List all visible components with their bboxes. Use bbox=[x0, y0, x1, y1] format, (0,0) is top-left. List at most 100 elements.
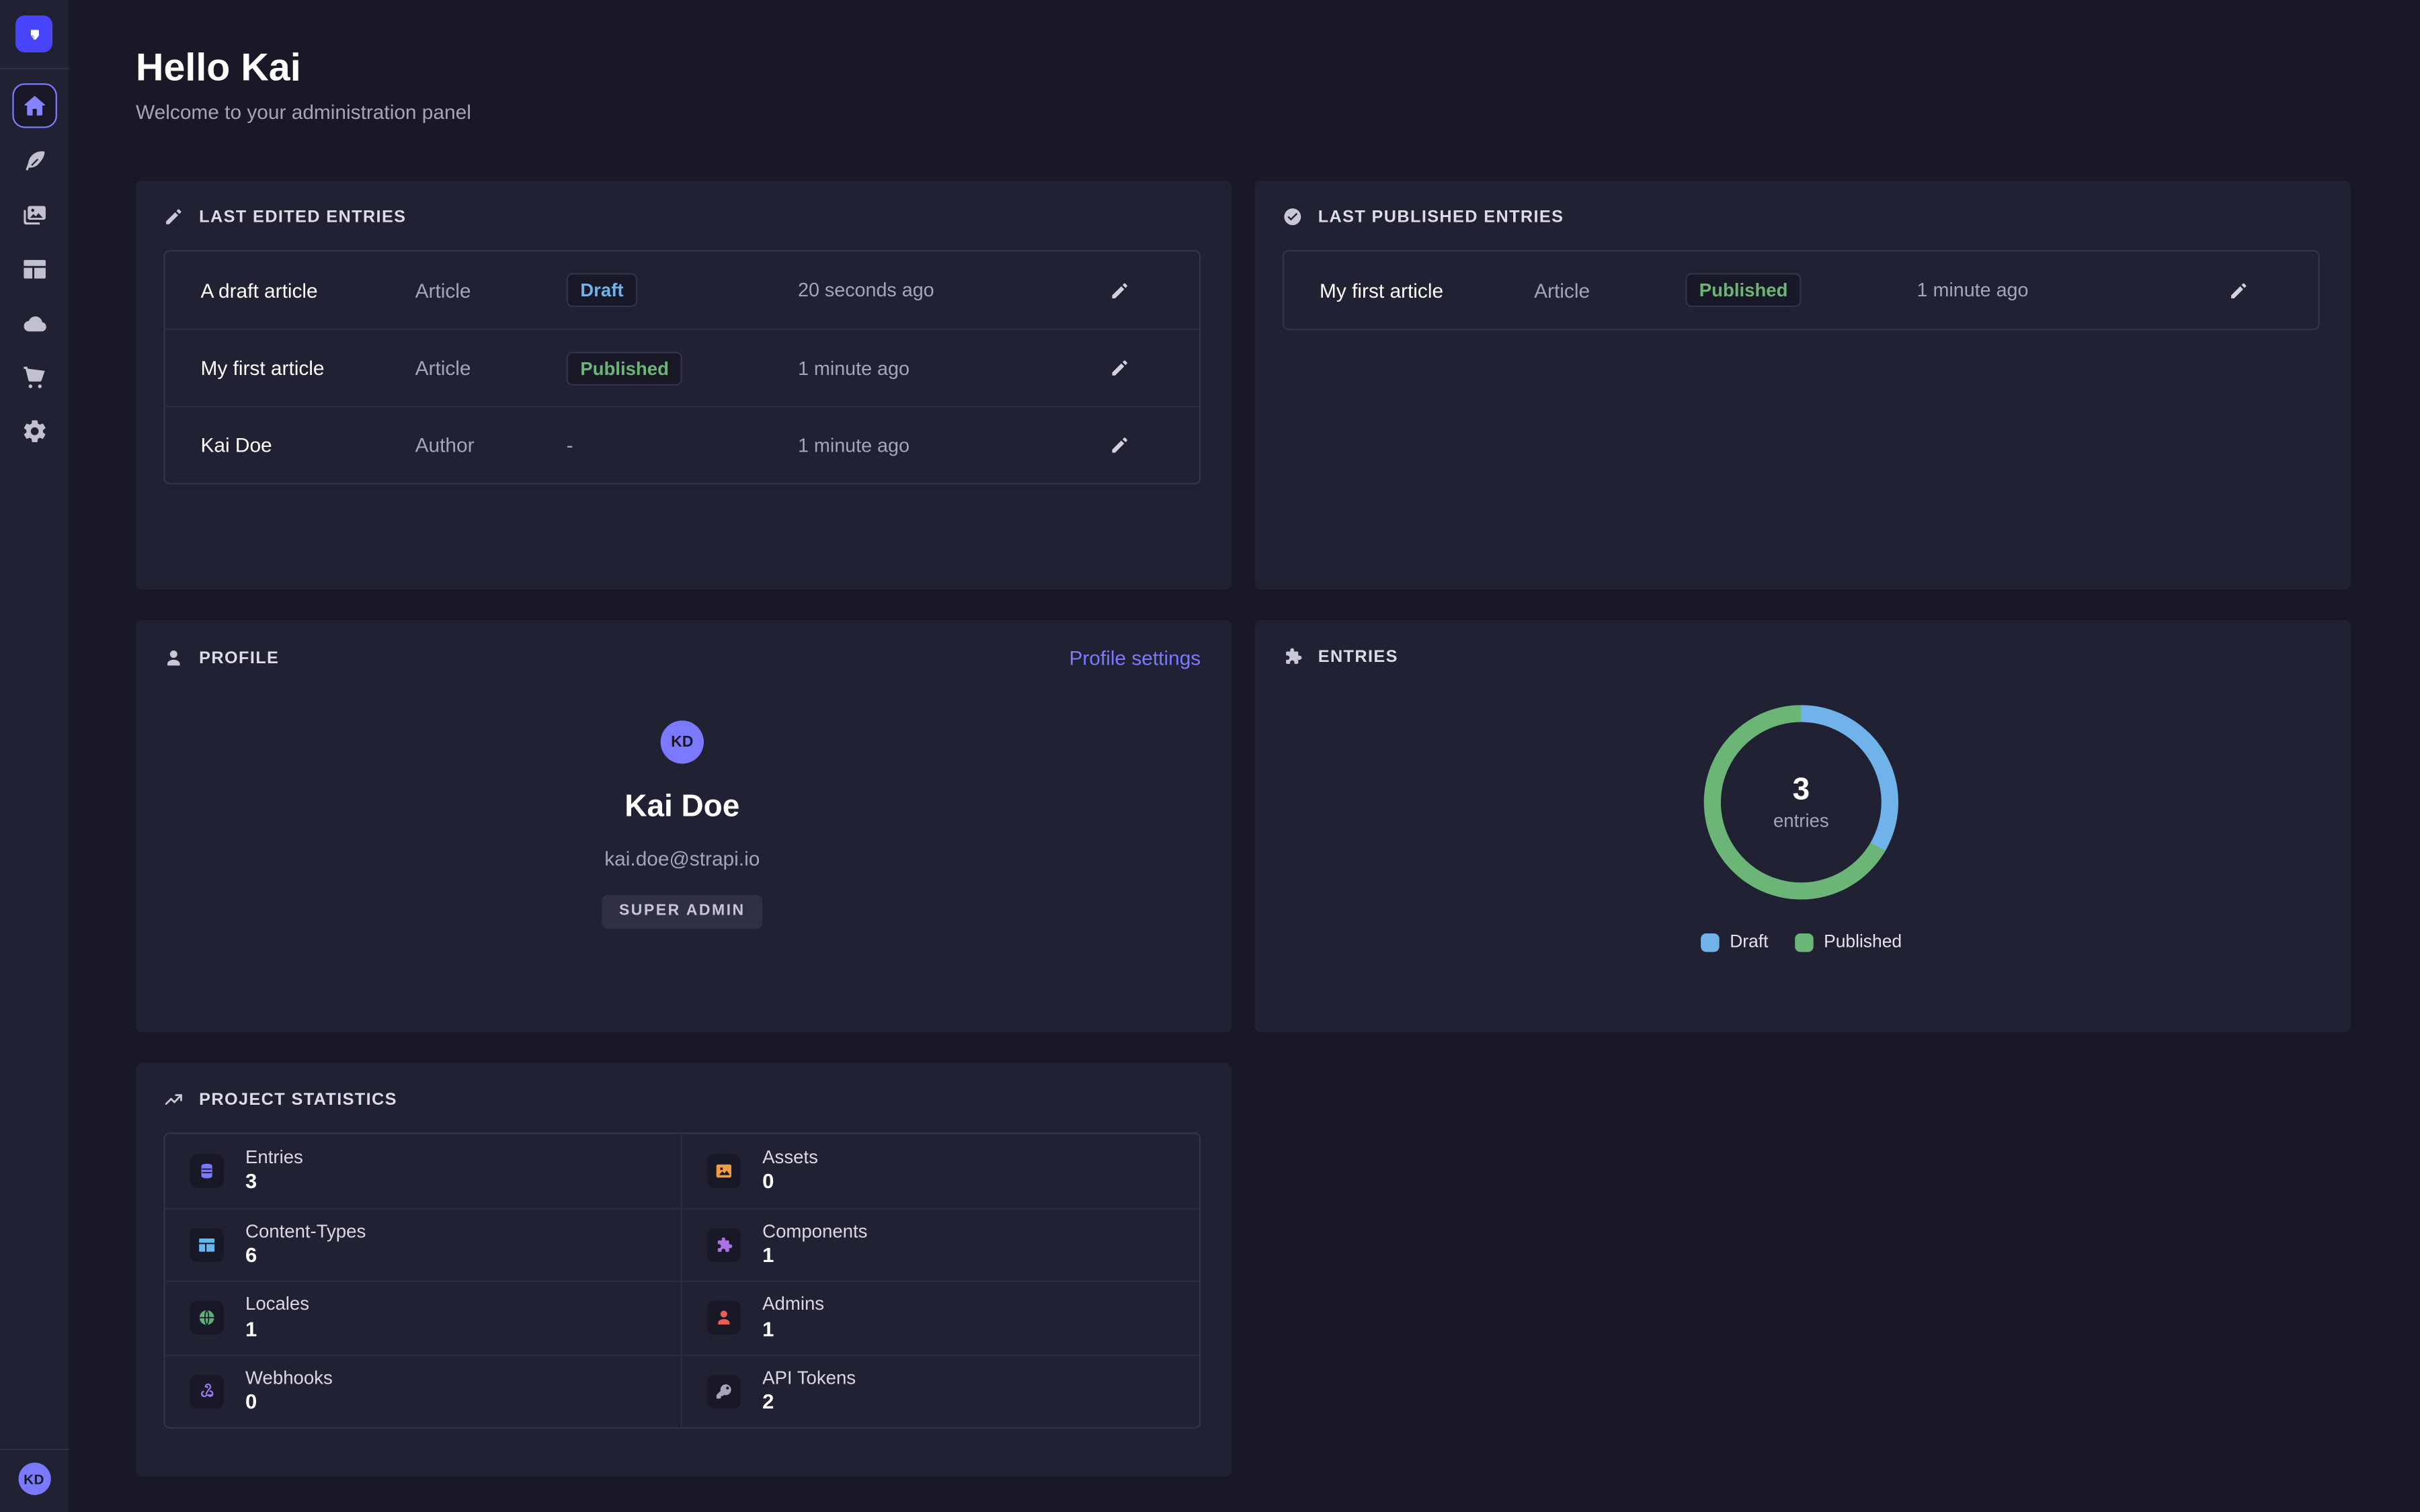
pencil-icon bbox=[163, 207, 184, 227]
edit-entry-button[interactable] bbox=[1110, 435, 1130, 455]
entry-name: Kai Doe bbox=[200, 433, 415, 456]
table-row: Kai Doe Author - 1 minute ago bbox=[165, 406, 1199, 483]
status-empty: - bbox=[567, 433, 573, 456]
card-last-edited-entries: LAST EDITED ENTRIES A draft article Arti… bbox=[136, 181, 1232, 589]
entry-type: Author bbox=[415, 433, 567, 456]
main-content: Hello Kai Welcome to your administration… bbox=[69, 0, 2420, 1512]
globe-icon bbox=[190, 1301, 224, 1335]
card-title: LAST PUBLISHED ENTRIES bbox=[1318, 208, 1564, 226]
sidebar-item-content-type-builder[interactable] bbox=[13, 249, 55, 290]
card-header: PROJECT STATISTICS bbox=[163, 1089, 1201, 1109]
card-title: LAST EDITED ENTRIES bbox=[199, 208, 406, 226]
stat-webhooks: Webhooks0 bbox=[165, 1354, 682, 1427]
key-icon bbox=[707, 1374, 741, 1409]
home-icon bbox=[21, 93, 47, 119]
edit-entry-button[interactable] bbox=[2228, 280, 2249, 300]
user-avatar-button[interactable]: KD bbox=[17, 1463, 50, 1495]
card-profile: PROFILE Profile settings KD Kai Doe kai.… bbox=[136, 620, 1232, 1032]
status-badge: Published bbox=[567, 351, 683, 385]
page-subtitle: Welcome to your administration panel bbox=[136, 100, 2352, 123]
user-icon bbox=[163, 648, 184, 668]
entry-type: Article bbox=[1534, 278, 1685, 301]
sidebar-bottom: KD bbox=[0, 1449, 68, 1512]
entry-name: My first article bbox=[1320, 278, 1534, 301]
profile-settings-link[interactable]: Profile settings bbox=[1069, 646, 1201, 669]
edit-entry-button[interactable] bbox=[1110, 358, 1130, 378]
sidebar-item-content-manager[interactable] bbox=[13, 140, 55, 182]
layout-icon bbox=[21, 256, 47, 282]
legend-swatch-published bbox=[1794, 933, 1813, 952]
stat-value: 2 bbox=[762, 1391, 856, 1415]
database-icon bbox=[190, 1154, 224, 1188]
card-title: ENTRIES bbox=[1318, 647, 1398, 666]
strapi-dashboard: KD Hello Kai Welcome to your administrat… bbox=[0, 0, 2420, 1512]
page-title: Hello Kai bbox=[136, 46, 2352, 89]
profile-body: KD Kai Doe kai.doe@strapi.io SUPER ADMIN bbox=[163, 669, 1201, 929]
legend-item-draft: Draft bbox=[1701, 933, 1769, 952]
stat-value: 3 bbox=[245, 1170, 303, 1194]
legend-label-draft: Draft bbox=[1730, 933, 1768, 952]
stat-admins: Admins1 bbox=[682, 1281, 1199, 1354]
sidebar-item-media-library[interactable] bbox=[13, 194, 55, 236]
feather-icon bbox=[21, 148, 47, 174]
sidebar-divider-bottom bbox=[0, 1449, 69, 1450]
entry-time: 1 minute ago bbox=[798, 358, 1084, 379]
card-title: PROJECT STATISTICS bbox=[199, 1090, 397, 1109]
pencil-icon bbox=[1110, 280, 1130, 300]
stat-entries: Entries3 bbox=[165, 1134, 682, 1208]
card-header: LAST PUBLISHED ENTRIES bbox=[1283, 207, 2320, 227]
stat-value: 1 bbox=[245, 1317, 309, 1341]
stat-assets: Assets0 bbox=[682, 1134, 1199, 1208]
table-row: My first article Article Published 1 min… bbox=[165, 329, 1199, 406]
cloud-icon bbox=[21, 310, 47, 336]
pencil-icon bbox=[2228, 280, 2249, 300]
statistics-grid: Entries3 Assets0 Content-Types6 Componen… bbox=[163, 1132, 1201, 1429]
strapi-logo[interactable] bbox=[15, 15, 52, 52]
card-project-statistics: PROJECT STATISTICS Entries3 Assets0 Cont… bbox=[136, 1063, 1232, 1476]
sidebar-item-home[interactable] bbox=[11, 83, 56, 128]
sidebar-item-deploy[interactable] bbox=[13, 302, 55, 344]
strapi-logo-icon bbox=[22, 22, 45, 45]
pencil-icon bbox=[1110, 435, 1130, 455]
entries-count: 3 bbox=[1793, 773, 1810, 807]
entry-time: 20 seconds ago bbox=[798, 280, 1084, 301]
entry-time: 1 minute ago bbox=[798, 434, 1084, 456]
sidebar-item-settings[interactable] bbox=[13, 411, 55, 452]
legend-item-published: Published bbox=[1794, 933, 1902, 952]
last-published-table: My first article Article Published 1 min… bbox=[1283, 250, 2320, 330]
stat-value: 0 bbox=[762, 1170, 818, 1194]
stat-label: Entries bbox=[245, 1147, 303, 1169]
sidebar: KD bbox=[0, 0, 69, 1512]
stat-label: API Tokens bbox=[762, 1368, 856, 1390]
trend-up-icon bbox=[163, 1089, 184, 1109]
profile-email: kai.doe@strapi.io bbox=[604, 847, 760, 870]
edit-entry-button[interactable] bbox=[1110, 280, 1130, 300]
stat-value: 6 bbox=[245, 1244, 366, 1268]
user-icon bbox=[707, 1301, 741, 1335]
last-edited-table: A draft article Article Draft 20 seconds… bbox=[163, 250, 1201, 485]
stat-api-tokens: API Tokens2 bbox=[682, 1354, 1199, 1427]
layout-icon bbox=[190, 1228, 224, 1262]
entries-body: 3 entries Draft Published bbox=[1283, 667, 2320, 952]
image-icon bbox=[707, 1154, 741, 1188]
entry-type: Article bbox=[415, 356, 567, 379]
chart-legend: Draft Published bbox=[1701, 933, 1902, 952]
status-badge: Published bbox=[1685, 273, 1802, 307]
entries-count-label: entries bbox=[1773, 810, 1829, 831]
stat-components: Components1 bbox=[682, 1208, 1199, 1281]
puzzle-icon bbox=[1283, 646, 1303, 667]
stat-locales: Locales1 bbox=[165, 1281, 682, 1354]
stat-label: Content-Types bbox=[245, 1221, 366, 1243]
cards-grid: LAST EDITED ENTRIES A draft article Arti… bbox=[136, 181, 2352, 1477]
stat-label: Locales bbox=[245, 1294, 309, 1316]
sidebar-item-marketplace[interactable] bbox=[13, 356, 55, 398]
avatar: KD bbox=[661, 720, 704, 763]
entry-name: A draft article bbox=[200, 278, 415, 301]
card-title: PROFILE bbox=[199, 648, 279, 667]
entry-name: My first article bbox=[200, 356, 415, 379]
table-row: My first article Article Published 1 min… bbox=[1284, 251, 2318, 329]
card-header: ENTRIES bbox=[1283, 646, 2320, 667]
profile-name: Kai Doe bbox=[624, 790, 739, 826]
puzzle-icon bbox=[707, 1228, 741, 1262]
status-badge: Draft bbox=[567, 273, 638, 307]
